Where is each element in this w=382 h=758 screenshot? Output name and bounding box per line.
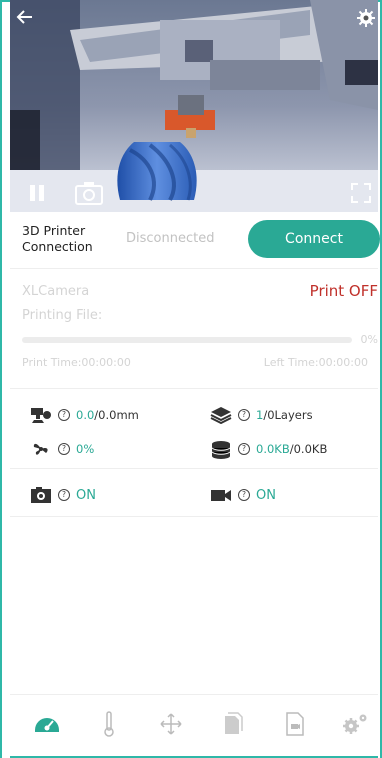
move-icon [160,713,182,735]
photo-camera-status: ON [76,487,96,503]
storage-item: ? 0.0KB /0.0KB [210,440,328,459]
dashboard-icon [35,718,59,732]
camera-status-row: ? ON ? ON [10,472,378,517]
video-camera-icon [210,486,232,504]
connection-label: 3D Printer Connection [22,223,93,254]
progress-bar [22,337,352,343]
database-icon [210,440,232,459]
gear-icon[interactable] [356,8,376,28]
bottom-tab-bar [10,694,378,757]
camera-name: XLCamera [22,284,90,299]
camera-feed[interactable] [10,0,378,212]
printer-head-icon [30,406,52,424]
pause-icon[interactable] [28,183,46,203]
print-status: Print OFF [309,282,378,300]
tab-move[interactable] [156,709,186,739]
layers-current: 1 [256,408,264,422]
info-icon[interactable]: ? [58,409,70,421]
info-icon[interactable]: ? [58,489,70,501]
fan-item: ? 0% [30,440,94,458]
settings-gears-icon [343,714,367,734]
storage-current: 0.0KB [256,442,290,456]
thermometer-icon [104,711,114,737]
files-icon [225,712,243,734]
height-item: ? 0.0 /0.0mm [30,406,139,424]
status-grid: ? 0.0 /0.0mm ? 1 /0Layers ? 0% ? 0.0KB /… [10,390,378,469]
storage-total: /0.0KB [289,442,328,456]
height-total: /0.0mm [94,408,139,422]
camera-image [10,0,378,212]
info-icon[interactable]: ? [238,489,250,501]
tab-video-files[interactable] [280,709,310,739]
tab-settings[interactable] [340,709,370,739]
left-time: Left Time:00:00:00 [263,356,368,369]
info-icon[interactable]: ? [238,443,250,455]
photo-camera-item: ? ON [30,486,96,504]
printing-file-label: Printing File: [22,308,103,323]
print-info-panel: XLCamera Print OFF Printing File: 0% Pri… [10,270,378,389]
video-camera-status: ON [256,487,276,503]
fan-speed: 0% [76,442,95,456]
layers-icon [210,406,232,425]
back-arrow-icon[interactable] [16,8,34,26]
info-icon[interactable]: ? [238,409,250,421]
video-camera-item: ? ON [210,486,276,504]
video-file-icon [286,712,304,736]
height-current: 0.0 [76,408,95,422]
progress-text: 0% [360,333,378,346]
layers-item: ? 1 /0Layers [210,406,313,425]
connection-row: 3D Printer Connection Disconnected Conne… [10,214,380,269]
tab-files[interactable] [218,709,248,739]
layers-total: /0Layers [263,408,313,422]
info-icon[interactable]: ? [58,443,70,455]
fan-icon [30,440,52,458]
print-time: Print Time:00:00:00 [22,356,131,369]
connect-button[interactable]: Connect [248,220,380,258]
tab-temperature[interactable] [94,709,124,739]
tab-dashboard[interactable] [32,709,62,739]
photo-camera-icon [30,486,52,504]
connection-status: Disconnected [126,231,215,246]
fullscreen-icon[interactable] [350,182,372,204]
camera-icon[interactable] [74,180,104,206]
